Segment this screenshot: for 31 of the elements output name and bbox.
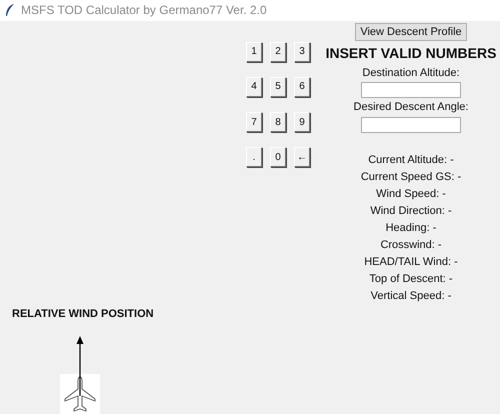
keypad-key[interactable]: 0 xyxy=(270,147,286,168)
window-title: MSFS TOD Calculator by Germano77 Ver. 2.0 xyxy=(21,2,267,20)
readout-label: Crosswind: - xyxy=(380,238,442,252)
readout-label: Top of Descent: - xyxy=(369,272,453,286)
wind-arrow xyxy=(76,336,84,396)
form-heading: INSERT VALID NUMBERS xyxy=(326,44,496,62)
readout-label: HEAD/TAIL Wind: - xyxy=(364,254,458,270)
section-title: RELATIVE WIND POSITION xyxy=(12,306,155,322)
field-label: Destination Altitude: xyxy=(362,66,460,80)
readout-label: Current Speed GS: - xyxy=(360,170,462,184)
readout-label: Current Altitude: - xyxy=(368,152,454,168)
keypad-key[interactable]: 1 xyxy=(246,42,262,62)
feather-icon xyxy=(5,3,15,18)
keypad-key[interactable]: 3 xyxy=(294,42,310,62)
keypad-key[interactable]: 8 xyxy=(270,112,286,132)
keypad-key[interactable]: 9 xyxy=(294,112,310,132)
readout-label: Wind Speed: - xyxy=(376,186,446,202)
view-descent-profile-button[interactable]: View Descent Profile xyxy=(355,22,467,40)
keypad-key[interactable]: 7 xyxy=(246,112,262,132)
field-label: Desired Descent Angle: xyxy=(354,100,468,115)
keypad-key[interactable]: . xyxy=(246,147,262,168)
input-field[interactable] xyxy=(361,82,461,98)
keypad-key[interactable]: ← xyxy=(294,147,310,168)
readout-label: Vertical Speed: - xyxy=(370,288,452,304)
readout-label: Wind Direction: - xyxy=(370,204,452,218)
keypad-key[interactable]: 2 xyxy=(270,42,286,62)
keypad-key[interactable]: 5 xyxy=(270,76,286,97)
keypad-key[interactable]: 4 xyxy=(246,76,262,97)
keypad-key[interactable]: 6 xyxy=(294,76,310,97)
input-field[interactable] xyxy=(361,116,461,132)
readout-label: Heading: - xyxy=(386,220,436,236)
